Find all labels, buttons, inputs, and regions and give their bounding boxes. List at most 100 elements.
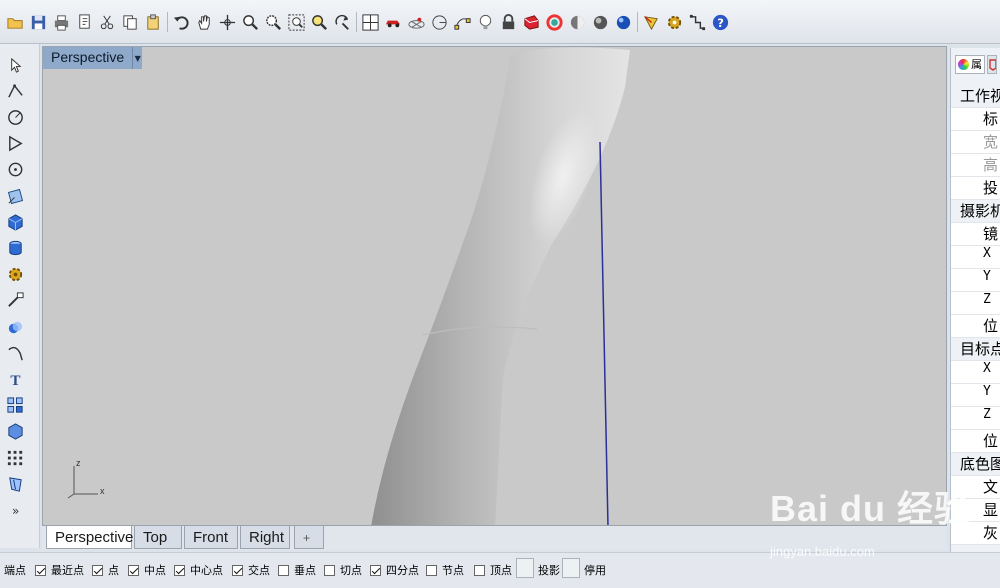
zoom-icon[interactable] [239,10,262,34]
property-row[interactable]: 镜 [951,223,1000,246]
osnap-item[interactable]: 中点 [128,562,166,578]
osnap-item[interactable]: 中心点 [174,562,223,578]
osnap-item[interactable]: 交点 [232,562,270,578]
rotate-icon[interactable] [331,10,354,34]
disable-toggle-button[interactable] [562,558,580,578]
property-row[interactable]: X [951,361,1000,384]
cylinder-icon[interactable] [4,237,26,259]
curve-icon[interactable] [4,342,26,364]
solid-icon[interactable] [4,421,26,443]
property-row[interactable]: 标 [951,108,1000,131]
polyline-icon[interactable] [4,80,26,102]
dimension-icon[interactable] [4,473,26,495]
osnap-checkbox[interactable] [35,564,46,576]
blue-curve-line[interactable] [599,141,609,526]
render-sphere-icon[interactable] [612,10,635,34]
osnap-item[interactable]: 顶点 [474,562,512,578]
loft-icon[interactable] [4,290,26,312]
tab-perspective[interactable]: Perspective [46,526,133,549]
pen-icon[interactable] [640,10,663,34]
car-icon[interactable] [382,10,405,34]
property-group-header[interactable]: 摄影机 [951,200,1000,223]
box-icon[interactable] [4,211,26,233]
property-row[interactable]: X [951,246,1000,269]
viewport-title[interactable]: Perspective [43,47,133,69]
point-edit-icon[interactable] [451,10,474,34]
osnap-item[interactable]: 节点 [426,562,464,578]
rendered-icon[interactable] [589,10,612,34]
copy-icon[interactable] [119,10,142,34]
osnap-checkbox[interactable] [370,564,381,576]
osnap-checkbox[interactable] [128,564,139,576]
osnap-item[interactable]: 切点 [324,562,362,578]
osnap-checkbox[interactable] [278,564,289,576]
array-icon[interactable] [4,395,26,417]
property-row[interactable]: 灰 [951,522,1000,545]
osnap-icon[interactable] [428,10,451,34]
cut-icon[interactable] [96,10,119,34]
osnap-checkbox[interactable] [92,564,103,576]
ellipse-icon[interactable] [4,159,26,181]
property-group-header[interactable]: 工作视 [951,85,1000,108]
zoom-extents-icon[interactable] [285,10,308,34]
osnap-checkbox[interactable] [474,564,485,576]
property-row[interactable]: 宽 [951,131,1000,154]
osnap-checkbox[interactable] [174,564,185,576]
shaded-icon[interactable] [566,10,589,34]
viewport-canvas[interactable] [43,47,947,526]
osnap-checkbox[interactable] [324,564,335,576]
property-group-header[interactable]: 目标点 [951,338,1000,361]
tab-top[interactable]: Top [134,526,182,549]
add-tab-button[interactable]: + [294,526,324,549]
grid-icon[interactable] [405,10,428,34]
property-row[interactable]: 位 [951,430,1000,453]
transform-icon[interactable] [4,185,26,207]
property-row[interactable]: 高 [951,154,1000,177]
open-icon[interactable] [4,10,27,34]
grid-array-icon[interactable] [4,447,26,469]
boolean-icon[interactable] [4,316,26,338]
tab-front[interactable]: Front [184,526,238,549]
paste-icon[interactable] [142,10,165,34]
import-icon[interactable] [73,10,96,34]
osnap-item[interactable]: 最近点 [35,562,84,578]
osnap-item[interactable]: 垂点 [278,562,316,578]
zoom-selected-icon[interactable] [308,10,331,34]
property-row[interactable]: 显 [951,499,1000,522]
property-row[interactable]: 文 [951,476,1000,499]
layer-icon[interactable] [520,10,543,34]
zoom-window-icon[interactable] [262,10,285,34]
osnap-item[interactable]: 四分点 [370,562,419,578]
property-row[interactable]: Y [951,269,1000,292]
undo-icon[interactable] [170,10,193,34]
property-row[interactable]: 投 [951,177,1000,200]
osnap-checkbox[interactable] [426,564,437,576]
four-viewports-icon[interactable] [359,10,382,34]
more-tools-button[interactable]: » [12,504,19,518]
gear-solid-icon[interactable] [4,264,26,286]
perspective-viewport[interactable]: z x Perspective ▼ [42,46,947,526]
project-toggle-button[interactable] [516,558,534,578]
save-icon[interactable] [27,10,50,34]
tab-right[interactable]: Right [240,526,290,549]
property-row[interactable]: Y [951,384,1000,407]
steps-icon[interactable] [686,10,709,34]
tab-layers[interactable] [987,54,997,74]
help-icon[interactable]: ? [709,10,732,34]
pan-hand-icon[interactable] [193,10,216,34]
viewport-title-bar[interactable]: Perspective ▼ [43,47,143,69]
light-icon[interactable] [474,10,497,34]
select-icon[interactable] [4,54,26,76]
lock-icon[interactable] [497,10,520,34]
print-icon[interactable] [50,10,73,34]
property-row[interactable]: Z [951,407,1000,430]
property-group-header[interactable]: 底色图 [951,453,1000,476]
property-row[interactable]: 位 [951,315,1000,338]
viewport-menu-arrow-icon[interactable]: ▼ [132,47,143,69]
tab-properties[interactable]: 属 [955,54,985,74]
color-wheel-icon[interactable] [543,10,566,34]
osnap-item[interactable]: 点 [92,562,119,578]
rotate-view-icon[interactable] [216,10,239,34]
property-row[interactable]: Z [951,292,1000,315]
circle-icon[interactable] [4,106,26,128]
